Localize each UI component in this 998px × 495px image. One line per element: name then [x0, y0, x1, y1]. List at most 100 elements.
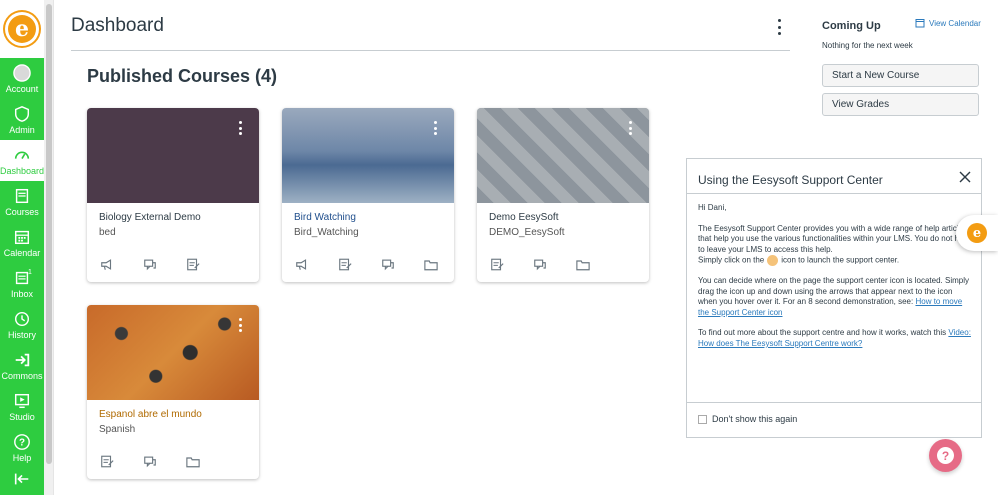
inbox-badge: 1	[28, 269, 32, 276]
header-divider	[71, 50, 790, 51]
close-icon	[959, 171, 971, 183]
logo-icon: e	[5, 12, 39, 46]
kebab-dot	[777, 25, 781, 29]
kebab-dot	[238, 132, 242, 135]
courses-icon	[15, 188, 29, 203]
page-scrollbar[interactable]	[44, 0, 54, 495]
coming-up-empty-text: Nothing for the next week	[822, 41, 913, 50]
course-card-name[interactable]: Bird Watching	[294, 212, 356, 223]
kebab-dot	[433, 121, 437, 124]
dont-show-checkbox[interactable]	[698, 414, 707, 424]
account-icon	[13, 63, 31, 82]
nav-courses[interactable]: Courses	[0, 181, 44, 222]
course-card-name[interactable]: Demo EesySoft	[489, 212, 558, 223]
course-card-actions	[99, 257, 201, 271]
assignments-icon[interactable]	[185, 257, 201, 271]
nav-label: Commons	[1, 370, 43, 381]
dont-show-label: Don't show this again	[712, 414, 798, 424]
collapse-arrow-icon	[14, 473, 29, 485]
calendar-icon	[915, 19, 925, 28]
course-card-code: Spanish	[99, 424, 136, 435]
course-card-name[interactable]: Espanol abre el mundo	[99, 409, 202, 420]
course-card-actions	[294, 257, 439, 271]
nav-label: Courses	[5, 206, 39, 217]
course-card-code: Bird_Watching	[294, 227, 359, 238]
nav-label: Studio	[9, 411, 35, 422]
course-card-options-button[interactable]	[237, 318, 243, 332]
course-card-image[interactable]	[87, 305, 259, 400]
files-icon[interactable]	[423, 257, 439, 271]
move-icon-paragraph: You can decide where on the page the sup…	[698, 276, 973, 318]
help-button[interactable]: ?	[929, 439, 962, 472]
files-icon[interactable]	[185, 454, 201, 468]
files-icon[interactable]	[575, 257, 591, 271]
svg-text:?: ?	[19, 437, 25, 448]
course-card-espanol[interactable]: Espanol abre el mundo Spanish	[87, 305, 259, 479]
announcements-icon[interactable]	[99, 257, 115, 271]
scrollbar-thumb[interactable]	[46, 4, 52, 464]
assignments-icon[interactable]	[337, 257, 353, 271]
course-card-name[interactable]: Biology External Demo	[99, 212, 201, 223]
video-paragraph: To find out more about the support centr…	[698, 328, 973, 349]
nav-label: History	[7, 329, 36, 340]
support-dialog-title: Using the Eesysoft Support Center	[698, 173, 883, 187]
kebab-dot	[238, 318, 242, 321]
discussions-icon[interactable]	[532, 257, 548, 271]
course-card-options-button[interactable]	[237, 121, 243, 135]
announcements-icon[interactable]	[294, 257, 310, 271]
eesysoft-logo[interactable]: e	[0, 0, 44, 58]
start-new-course-button[interactable]: Start a New Course	[822, 64, 979, 87]
course-card-image[interactable]	[87, 108, 259, 203]
intro-launch-text: icon to launch the support center.	[781, 255, 900, 265]
nav-admin[interactable]: Admin	[0, 99, 44, 140]
course-card-actions	[489, 257, 591, 271]
kebab-dot	[433, 132, 437, 135]
course-card-demo-eesysoft[interactable]: Demo EesySoft DEMO_EesySoft	[477, 108, 649, 282]
page-title: Dashboard	[71, 15, 164, 36]
nav-label: Admin	[9, 124, 35, 135]
discussions-icon[interactable]	[380, 257, 396, 271]
discussions-icon[interactable]	[142, 257, 158, 271]
dont-show-again-option[interactable]: Don't show this again	[698, 414, 797, 424]
nav-history[interactable]: History	[0, 304, 44, 345]
course-card-bird-watching[interactable]: Bird Watching Bird_Watching	[282, 108, 454, 282]
close-button[interactable]	[958, 170, 972, 184]
course-card-actions	[99, 454, 201, 468]
nav-label: Help	[12, 452, 32, 463]
course-card-options-button[interactable]	[432, 121, 438, 135]
view-calendar-link[interactable]: View Calendar	[915, 18, 981, 28]
kebab-dot	[628, 121, 632, 124]
kebab-dot	[777, 32, 781, 35]
view-grades-button[interactable]: View Grades	[822, 93, 979, 116]
discussions-icon[interactable]	[142, 454, 158, 468]
question-icon: ?	[937, 447, 954, 464]
kebab-dot	[777, 19, 781, 22]
nav-studio[interactable]: Studio	[0, 386, 44, 427]
nav-dashboard[interactable]: Dashboard	[0, 140, 44, 181]
course-card-code: DEMO_EesySoft	[489, 227, 565, 238]
course-card-biology[interactable]: Biology External Demo bed	[87, 108, 259, 282]
assignments-icon[interactable]	[99, 454, 115, 468]
course-card-image[interactable]	[477, 108, 649, 203]
support-center-launcher[interactable]: e	[956, 215, 998, 251]
nav-collapse[interactable]	[0, 468, 44, 492]
course-card-image[interactable]	[282, 108, 454, 203]
nav-inbox[interactable]: 1 Inbox	[0, 263, 44, 304]
dashboard-options-button[interactable]	[772, 17, 786, 37]
greeting-text: Hi Dani,	[698, 203, 727, 212]
intro-click-text: Simply click on the	[698, 255, 765, 265]
kebab-dot	[238, 329, 242, 332]
assignments-icon[interactable]	[489, 257, 505, 271]
nav-help[interactable]: ? Help	[0, 427, 44, 468]
support-dialog-body: Hi Dani, The Eesysoft Support Center pro…	[698, 203, 973, 399]
dialog-footer-divider	[687, 402, 981, 403]
support-center-icon	[767, 255, 779, 266]
nav-account[interactable]: Account	[0, 58, 44, 99]
nav-commons[interactable]: Commons	[0, 345, 44, 386]
kebab-dot	[238, 323, 242, 327]
intro-text: The Eesysoft Support Center provides you…	[698, 223, 972, 254]
nav-label: Dashboard	[0, 165, 45, 176]
course-card-options-button[interactable]	[627, 121, 633, 135]
nav-calendar[interactable]: Calendar	[0, 222, 44, 263]
view-calendar-label: View Calendar	[929, 18, 981, 28]
